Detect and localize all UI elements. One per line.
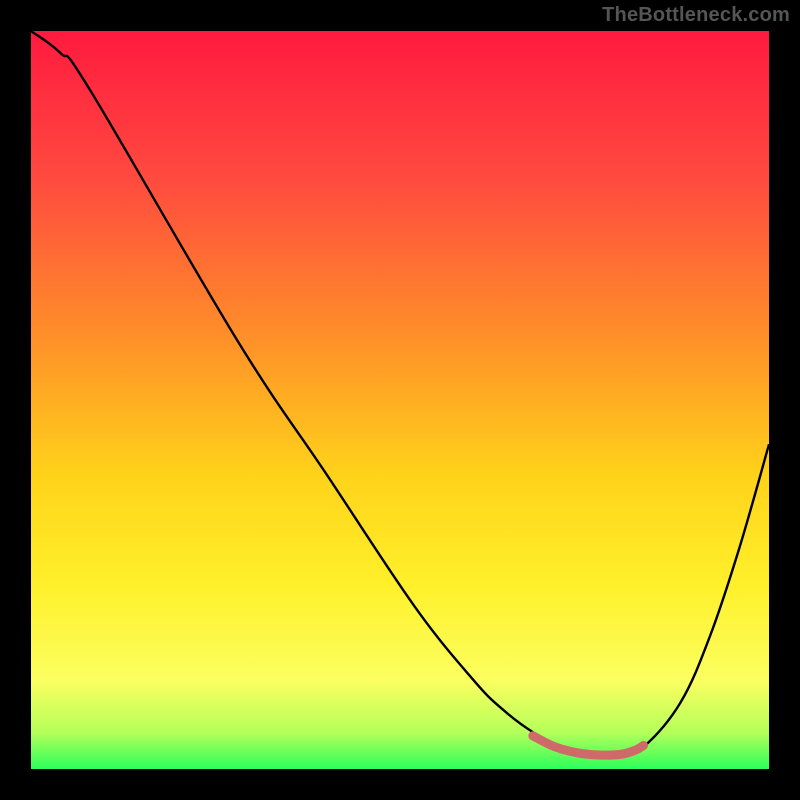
plot-area	[31, 31, 769, 769]
chart-frame: TheBottleneck.com	[0, 0, 800, 800]
watermark-text: TheBottleneck.com	[602, 4, 790, 27]
chart-svg	[31, 31, 769, 769]
gradient-background	[31, 31, 769, 769]
